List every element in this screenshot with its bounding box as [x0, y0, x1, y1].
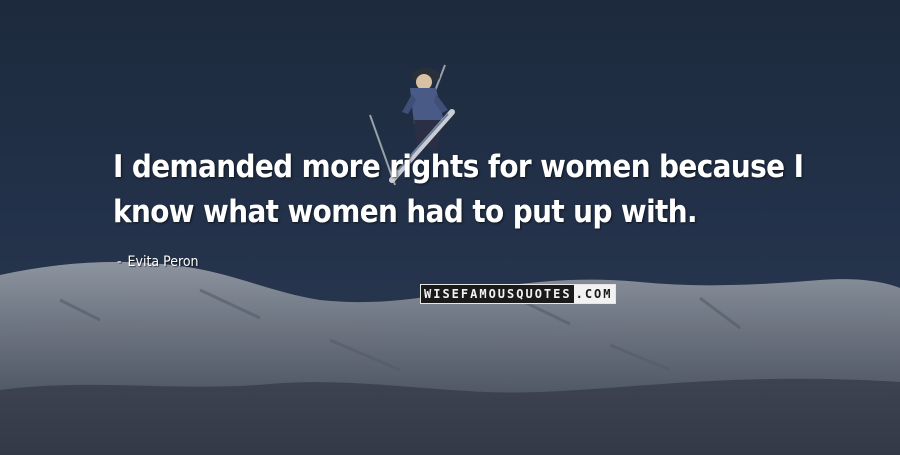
- site-watermark-logo: WISEFAMOUSQUOTES .COM: [420, 284, 616, 304]
- quote-author: - Evita Peron: [117, 254, 199, 270]
- quote-text: I demanded more rights for women because…: [113, 149, 804, 230]
- author-name: Evita Peron: [127, 254, 199, 270]
- watermark-tld: .COM: [573, 285, 615, 303]
- author-dash: -: [117, 254, 122, 270]
- watermark-main: WISEFAMOUSQUOTES: [421, 285, 574, 303]
